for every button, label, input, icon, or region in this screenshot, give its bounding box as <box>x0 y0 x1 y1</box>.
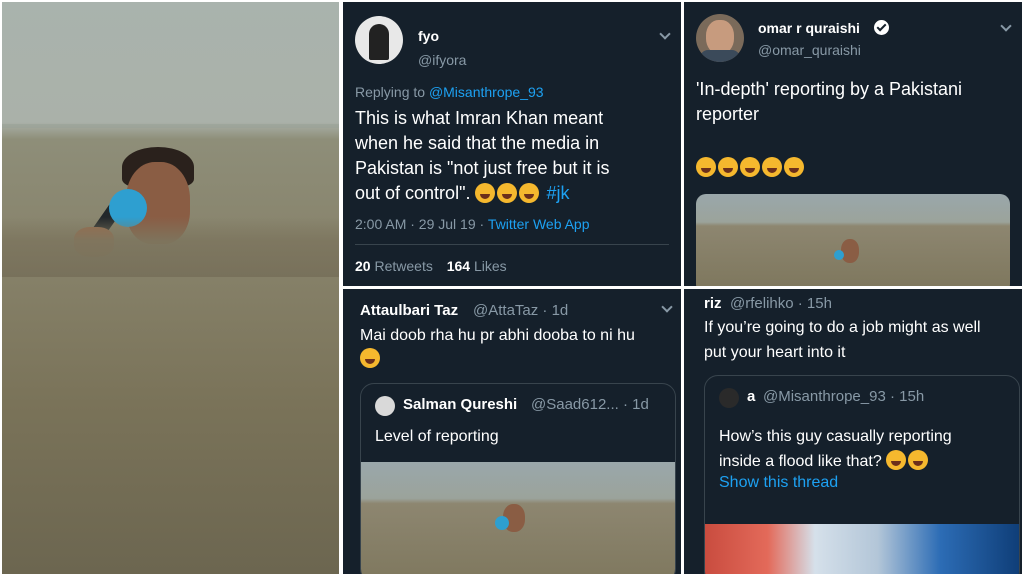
flood-water <box>2 217 339 277</box>
avatar[interactable] <box>355 16 403 64</box>
author-name[interactable]: fyo <box>418 28 439 44</box>
author-name[interactable]: omar r quraishi <box>758 20 860 36</box>
source-app-link[interactable]: Twitter Web App <box>488 216 590 232</box>
author-handle[interactable]: @ifyora <box>418 52 466 68</box>
emoji-row <box>696 157 806 178</box>
author-handle[interactable]: @AttaTaz · 1d <box>473 302 568 319</box>
author-handle[interactable]: @omar_quraishi <box>758 42 861 58</box>
avatar[interactable] <box>696 14 744 62</box>
author-handle[interactable]: @rfelihko · 15h <box>730 295 832 312</box>
quoted-author-name[interactable]: Salman Qureshi <box>403 396 517 413</box>
quoted-media-image[interactable] <box>361 462 675 574</box>
winking-emoji-icon <box>360 348 382 369</box>
author-name[interactable]: riz <box>704 295 722 312</box>
show-thread-link[interactable]: Show this thread <box>719 474 838 492</box>
verified-badge-icon <box>874 20 889 35</box>
retweets-label[interactable]: Retweets <box>374 258 432 274</box>
retweet-count[interactable]: 20 <box>355 258 371 274</box>
tweet-attaulbari[interactable]: Attaulbari Taz @AttaTaz · 1d Mai doob rh… <box>343 289 681 574</box>
tweet-fyo[interactable]: fyo @ifyora Replying to @Misanthrope_93 … <box>343 2 681 286</box>
horizon <box>2 124 339 128</box>
quoted-tweet[interactable]: a @Misanthrope_93 · 15h How’s this guy c… <box>704 375 1020 574</box>
tweet-media-image[interactable] <box>696 194 1010 286</box>
tweet-text: If you’re going to do a job might as wel… <box>704 319 981 361</box>
likes-label[interactable]: Likes <box>474 258 507 274</box>
author-name[interactable]: Attaulbari Taz <box>360 302 458 319</box>
laughing-emoji-icon <box>762 157 782 177</box>
reporter-photo <box>2 2 339 574</box>
like-count[interactable]: 164 <box>447 258 470 274</box>
replying-to-link[interactable]: @Misanthrope_93 <box>429 84 544 100</box>
laughing-emoji-icon <box>497 183 518 203</box>
tweet-text: Mai doob rha hu pr abhi dooba to ni hu <box>360 327 635 344</box>
chevron-down-icon[interactable] <box>659 28 671 40</box>
tweet-omar[interactable]: omar r quraishi @omar_quraishi 'In-depth… <box>684 2 1022 286</box>
chevron-down-icon[interactable] <box>1000 20 1012 32</box>
laughing-emoji-icon <box>475 183 496 203</box>
quoted-text: How’s this guy casually reporting inside… <box>719 428 952 470</box>
quoted-media-image[interactable] <box>705 524 1019 574</box>
quoted-author-handle[interactable]: @Saad612... · 1d <box>531 396 649 413</box>
quoted-author-name[interactable]: a <box>747 388 755 405</box>
laughing-emoji-icon <box>696 157 716 177</box>
chevron-down-icon[interactable] <box>661 301 673 313</box>
laughing-emoji-icon <box>740 157 760 177</box>
laughing-emoji-icon <box>908 450 929 470</box>
avatar[interactable] <box>719 388 739 408</box>
tweet-timestamp: 2:00 AM · 29 Jul 19 · <box>355 216 485 232</box>
laughing-emoji-icon <box>718 157 738 177</box>
replying-prefix: Replying to <box>355 84 426 100</box>
tweet-riz[interactable]: riz @rfelihko · 15h If you’re going to d… <box>684 289 1022 574</box>
quoted-text: Level of reporting <box>375 428 499 445</box>
quoted-tweet[interactable]: Salman Qureshi @Saad612... · 1d Level of… <box>360 383 676 574</box>
hashtag-link[interactable]: #jk <box>546 183 569 203</box>
quoted-author-handle[interactable]: @Misanthrope_93 · 15h <box>763 388 924 405</box>
laughing-emoji-icon <box>886 450 907 470</box>
laughing-emoji-icon <box>519 183 540 203</box>
tweet-text: 'In-depth' reporting by a Pakistani repo… <box>696 79 963 124</box>
tweet-text: This is what Imran Khan meant when he sa… <box>355 108 610 203</box>
divider <box>355 244 669 245</box>
laughing-emoji-icon <box>784 157 804 177</box>
avatar[interactable] <box>375 396 395 416</box>
